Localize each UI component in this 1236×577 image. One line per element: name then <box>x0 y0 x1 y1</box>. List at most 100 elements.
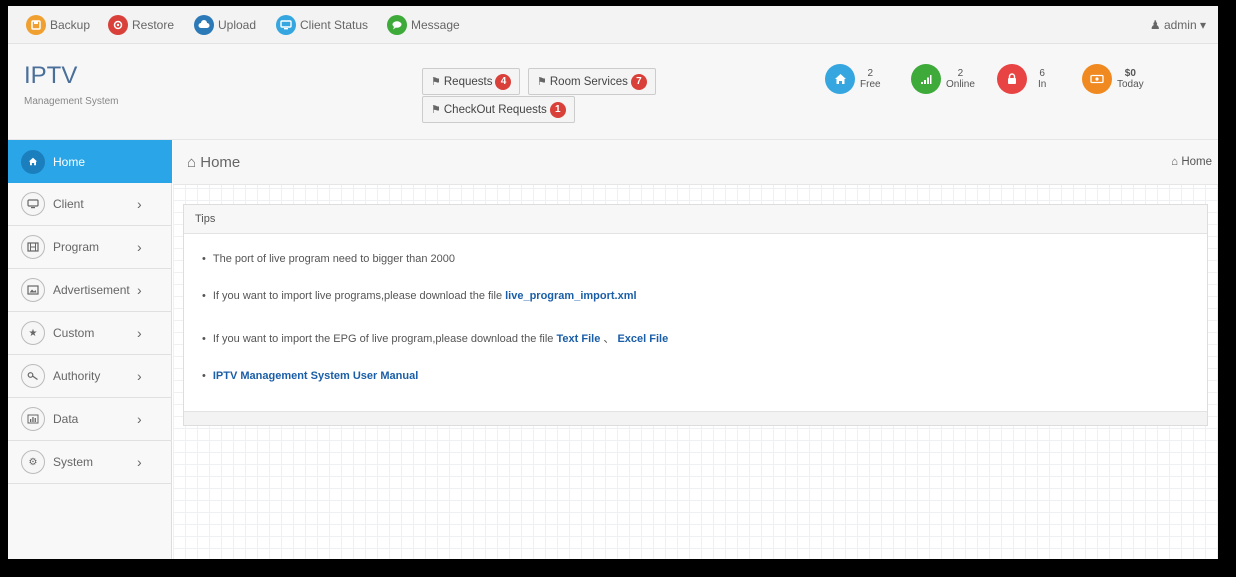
sidebar-item-label: Program <box>53 240 100 254</box>
excel-file-link[interactable]: Excel File <box>617 333 668 345</box>
lock-icon <box>997 64 1027 94</box>
monitor-icon <box>21 192 45 216</box>
key-icon <box>21 364 45 388</box>
brand-title: IPTV <box>24 62 78 89</box>
stat-online: 2 Online <box>911 64 975 94</box>
restore-button[interactable]: Restore <box>108 15 174 35</box>
user-manual-link[interactable]: IPTV Management System User Manual <box>213 370 418 382</box>
home-icon <box>825 64 855 94</box>
sidebar-item-label: Home <box>53 154 86 169</box>
upload-label: Upload <box>218 18 257 32</box>
requests-button[interactable]: ⚑ Requests 4 <box>422 68 521 95</box>
sidebar-item-custom[interactable]: ★ Custom › <box>8 312 172 355</box>
tip-text: If you want to import live programs,plea… <box>212 290 506 302</box>
home-icon: ⌂ <box>1171 156 1179 168</box>
restore-icon <box>108 15 128 35</box>
message-button[interactable]: Message <box>387 15 460 35</box>
sidebar-item-label: System <box>53 455 94 469</box>
client-status-label: Client Status <box>300 18 369 32</box>
stat-free-label: Free <box>860 79 881 90</box>
breadcrumb-home: Home <box>1181 156 1212 168</box>
backup-label: Backup <box>50 18 91 32</box>
gear-icon: ⚙ <box>21 450 45 474</box>
chevron-right-icon: › <box>137 454 142 470</box>
sidebar: Home Client › Program › Advertisement › … <box>8 140 172 559</box>
bullet: • <box>202 290 206 302</box>
home-icon <box>21 149 45 174</box>
caret-down-icon: ▾ <box>1199 18 1206 32</box>
stat-today: $0 Today <box>1082 64 1144 94</box>
megaphone-icon: ⚑ <box>431 76 441 88</box>
stat-in: 6 In <box>997 64 1046 94</box>
tip-text: The port of live program need to bigger … <box>212 253 456 265</box>
upload-button[interactable]: Upload <box>194 15 256 35</box>
brand-subtitle: Management System <box>24 96 119 107</box>
chevron-right-icon: › <box>137 325 142 341</box>
restore-label: Restore <box>132 18 175 32</box>
chevron-right-icon: › <box>137 368 142 384</box>
tip-item: • The port of live program need to bigger… <box>202 253 455 265</box>
megaphone-icon: ⚑ <box>431 104 441 116</box>
room-services-button[interactable]: ⚑ Room Services 7 <box>528 68 656 95</box>
user-menu[interactable]: ♟ admin ▾ <box>1150 18 1206 32</box>
panel-footer <box>184 411 1207 425</box>
upload-icon <box>194 15 214 35</box>
stat-free: 2 Free <box>825 64 881 94</box>
bullet: • <box>202 333 206 345</box>
stat-online-value: 2 <box>957 68 964 79</box>
separator: 、 <box>600 333 618 345</box>
page-title: ⌂ Home <box>187 154 240 171</box>
sidebar-item-label: Authority <box>53 369 101 383</box>
bullet: • <box>202 370 206 382</box>
backup-button[interactable]: Backup <box>26 15 90 35</box>
sidebar-item-data[interactable]: Data › <box>8 398 172 441</box>
requests-label: Requests <box>443 75 493 88</box>
sidebar-item-client[interactable]: Client › <box>8 183 172 226</box>
sidebar-item-label: Client <box>53 197 84 211</box>
sidebar-item-label: Advertisement <box>53 283 130 297</box>
sidebar-item-label: Custom <box>53 326 95 340</box>
sidebar-item-label: Data <box>53 412 79 426</box>
chevron-right-icon: › <box>137 196 142 212</box>
monitor-icon <box>276 15 296 35</box>
chevron-right-icon: › <box>137 282 142 298</box>
stat-today-value: $0 <box>1124 68 1136 79</box>
sidebar-item-authority[interactable]: Authority › <box>8 355 172 398</box>
sidebar-item-home[interactable]: Home <box>8 140 172 183</box>
room-services-count-badge: 7 <box>630 73 647 90</box>
bar-chart-icon <box>21 407 45 431</box>
megaphone-icon: ⚑ <box>537 76 547 88</box>
header: IPTV Management System ⚑ Requests 4 ⚑ Ro… <box>8 44 1218 140</box>
checkout-count-badge: 1 <box>549 101 566 118</box>
stat-free-value: 2 <box>867 68 874 79</box>
home-icon: ⌂ <box>187 154 197 171</box>
room-services-label: Room Services <box>549 75 628 88</box>
tip-item: • IPTV Management System User Manual <box>202 370 418 382</box>
star-icon: ★ <box>21 321 45 345</box>
film-icon <box>21 235 45 259</box>
chevron-right-icon: › <box>137 411 142 427</box>
stat-today-label: Today <box>1117 79 1144 90</box>
picture-icon <box>21 278 45 302</box>
stat-in-label: In <box>1038 79 1047 90</box>
username: admin <box>1163 18 1197 32</box>
panel-title: Tips <box>184 205 1207 234</box>
text-file-link[interactable]: Text File <box>557 333 601 345</box>
breadcrumb[interactable]: ⌂ Home <box>1171 156 1212 168</box>
stat-online-label: Online <box>946 79 975 90</box>
tip-text: If you want to import the EPG of live pr… <box>212 333 557 345</box>
live-program-import-link[interactable]: live_program_import.xml <box>505 290 636 302</box>
app-window: Backup Restore Upload Client Status Mess… <box>8 6 1218 559</box>
requests-count-badge: 4 <box>495 73 512 90</box>
checkout-requests-button[interactable]: ⚑ CheckOut Requests 1 <box>422 96 575 123</box>
main-content: ⌂ Home ⌂ Home Tips • The port of live pro… <box>173 140 1218 559</box>
client-status-button[interactable]: Client Status <box>276 15 368 35</box>
sidebar-item-advertisement[interactable]: Advertisement › <box>8 269 172 312</box>
stat-in-value: 6 <box>1039 68 1045 79</box>
sidebar-item-program[interactable]: Program › <box>8 226 172 269</box>
page-header: ⌂ Home ⌂ Home <box>173 140 1218 185</box>
bullet: • <box>202 253 206 265</box>
page-title-text: Home <box>200 154 241 171</box>
sidebar-item-system[interactable]: ⚙ System › <box>8 441 172 484</box>
tips-panel: Tips • The port of live program need to b… <box>183 204 1208 426</box>
